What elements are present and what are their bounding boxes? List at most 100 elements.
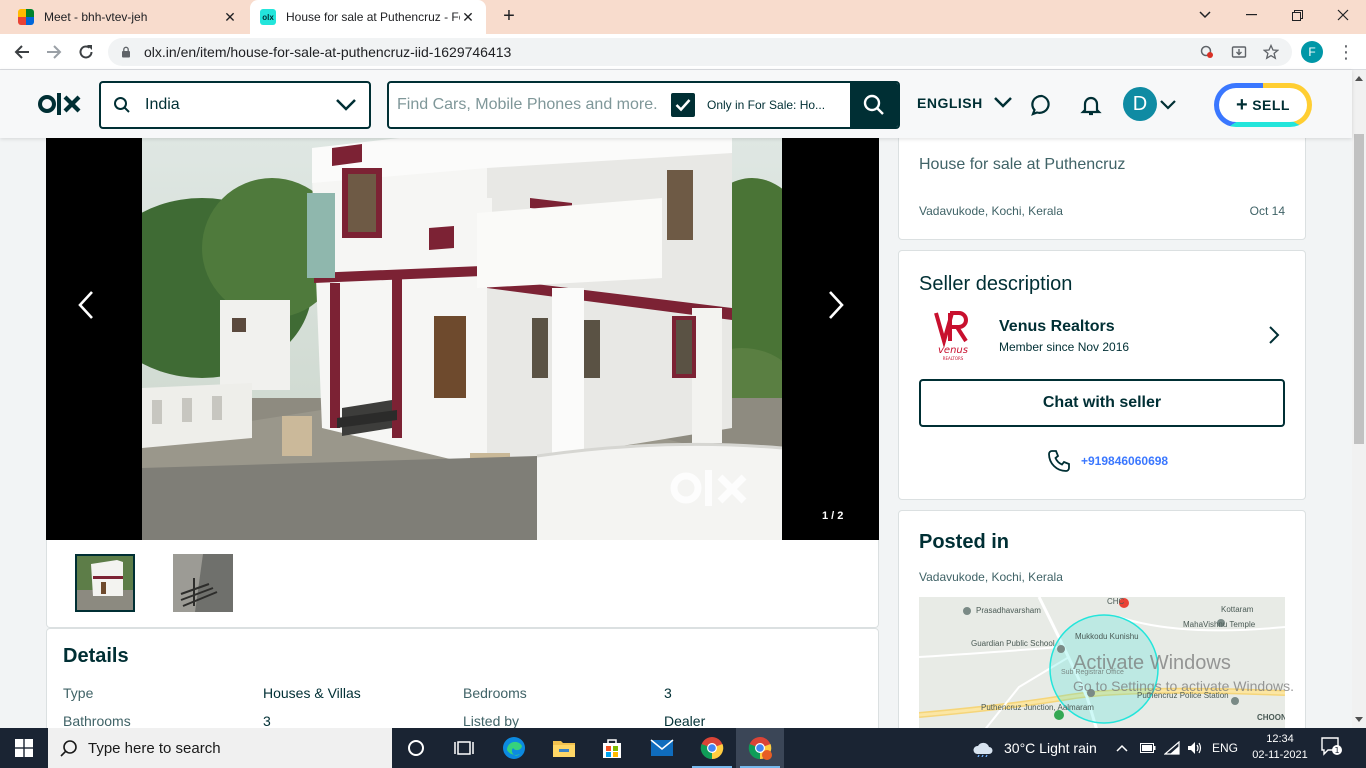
mail-icon[interactable] <box>638 728 686 768</box>
clock-date: 02-11-2021 <box>1252 749 1308 761</box>
show-hidden-icons-chevron-icon[interactable] <box>1116 728 1128 768</box>
activate-windows-watermark: Activate Windows Go to Settings to activ… <box>1073 652 1294 694</box>
chevron-down-icon[interactable] <box>1160 99 1176 111</box>
plus-icon: + <box>1236 94 1249 116</box>
url-field[interactable]: olx.in/en/item/house-for-sale-at-puthenc… <box>108 38 1292 66</box>
forward-button[interactable] <box>42 40 66 64</box>
search-input[interactable] <box>389 83 659 127</box>
chevron-right-icon <box>1269 326 1280 344</box>
thumbnail-1[interactable] <box>75 554 135 612</box>
close-tab-icon[interactable]: ✕ <box>222 9 238 26</box>
lock-icon[interactable] <box>120 46 132 58</box>
battery-icon[interactable] <box>1140 728 1156 768</box>
notification-bell-icon[interactable] <box>1079 93 1103 117</box>
page-scrollbar[interactable] <box>1352 70 1366 728</box>
task-view-icon[interactable] <box>440 728 488 768</box>
chevron-right-icon <box>829 291 844 319</box>
input-language[interactable]: ENG <box>1212 728 1238 768</box>
tab-search-chevron-icon[interactable] <box>1182 0 1228 30</box>
minimize-button[interactable] <box>1228 0 1274 30</box>
map-label: Puthencruz Junction, Aalmaram <box>981 703 1094 712</box>
detail-value: Houses & Villas <box>263 685 361 701</box>
seller-heading: Seller description <box>919 273 1073 295</box>
chat-icon[interactable] <box>1030 93 1054 117</box>
seller-logo: venus REALTORS <box>934 311 968 361</box>
close-tab-icon[interactable]: ✕ <box>460 9 476 26</box>
clock-time: 12:34 <box>1266 733 1294 745</box>
detail-value: 3 <box>263 713 271 729</box>
chevron-left-icon <box>78 291 93 319</box>
sell-label: SELL <box>1252 97 1290 113</box>
sell-button[interactable]: + SELL <box>1214 83 1312 127</box>
search-icon <box>863 94 884 115</box>
search-button[interactable] <box>850 83 898 127</box>
edge-browser-icon[interactable] <box>490 728 538 768</box>
image-counter: 1 / 2 <box>822 510 844 522</box>
map-label: Kottaram <box>1221 605 1254 614</box>
wifi-icon[interactable] <box>1164 728 1180 768</box>
microsoft-store-icon[interactable] <box>588 728 636 768</box>
thumbnail-2[interactable] <box>173 554 233 612</box>
ad-location: Vadavukode, Kochi, Kerala <box>919 204 1063 218</box>
only-in-category-checkbox[interactable]: Only in For Sale: Ho... <box>659 83 833 127</box>
address-bar: olx.in/en/item/house-for-sale-at-puthenc… <box>0 34 1366 70</box>
scroll-down-arrow[interactable] <box>1355 717 1363 722</box>
olx-logo[interactable] <box>38 92 84 116</box>
seller-name: Venus Realtors <box>999 318 1115 335</box>
phone-number: +919846060698 <box>1081 454 1169 468</box>
weather-cloud-icon <box>973 742 993 757</box>
only-in-category-label: Only in For Sale: Ho... <box>707 98 826 112</box>
next-image-button[interactable] <box>816 285 856 325</box>
previous-image-button[interactable] <box>66 285 106 325</box>
file-explorer-icon[interactable] <box>540 728 588 768</box>
chrome-menu-icon[interactable]: ⋮ <box>1336 40 1356 64</box>
browser-tab-bar: Meet - bhh-vtev-jeh ✕ olx House for sale… <box>0 0 1366 34</box>
system-clock[interactable]: 12:34 02-11-2021 <box>1248 731 1312 763</box>
chat-with-seller-button[interactable]: Chat with seller <box>919 379 1285 427</box>
scroll-up-arrow[interactable] <box>1355 76 1363 81</box>
start-button[interactable] <box>0 728 48 768</box>
volume-icon[interactable] <box>1187 728 1203 768</box>
location-selector[interactable]: India <box>99 81 371 129</box>
detail-value: Dealer <box>664 713 706 729</box>
back-button[interactable] <box>10 40 34 64</box>
ad-title: House for sale at Puthencruz <box>919 156 1126 173</box>
detail-key: Bedrooms <box>463 685 527 701</box>
ad-summary-card: House for sale at Puthencruz Vadavukode,… <box>898 124 1306 240</box>
user-avatar[interactable]: D <box>1123 87 1157 121</box>
scroll-thumb[interactable] <box>1354 134 1364 444</box>
cortana-icon[interactable] <box>392 728 440 768</box>
chrome-profile-avatar[interactable]: F <box>1301 41 1323 63</box>
notification-center-icon[interactable]: 1 <box>1320 736 1348 760</box>
tab-meet[interactable]: Meet - bhh-vtev-jeh ✕ <box>8 0 248 34</box>
chrome-profile-window-icon[interactable] <box>736 728 784 768</box>
chevron-down-icon <box>336 99 356 111</box>
weather-widget[interactable]: 30°C Light rain <box>972 728 1097 768</box>
svg-text:1: 1 <box>1334 746 1339 755</box>
language-selector[interactable]: ENGLISH <box>917 95 1013 111</box>
map-label: Guardian Public School <box>971 639 1055 648</box>
map-label: Prasadhavarsham <box>976 606 1041 615</box>
tab-title: House for sale at Puthencruz - Fo <box>286 10 460 24</box>
reload-button[interactable] <box>74 40 98 64</box>
taskbar-search-box[interactable]: Type here to search <box>48 728 392 768</box>
language-label: ENGLISH <box>917 95 983 111</box>
seller-member-since: Member since Nov 2016 <box>999 340 1130 354</box>
ad-date: Oct 14 <box>1249 204 1285 218</box>
chrome-icon[interactable] <box>688 728 736 768</box>
restore-button[interactable] <box>1274 0 1320 30</box>
new-tab-button[interactable]: + <box>498 5 520 27</box>
activate-windows-subtitle: Go to Settings to activate Windows. <box>1073 678 1294 694</box>
close-window-button[interactable] <box>1320 0 1366 30</box>
site-permissions-icon[interactable] <box>1198 43 1216 61</box>
checkbox-checked-icon <box>671 93 695 117</box>
seller-phone[interactable]: +919846060698 <box>1047 449 1168 473</box>
windows-logo-icon <box>15 739 33 757</box>
bookmark-star-icon[interactable] <box>1262 43 1280 61</box>
install-app-icon[interactable] <box>1230 43 1248 61</box>
image-gallery: 1 / 2 <box>46 138 879 540</box>
seller-profile-link[interactable]: venus REALTORS Venus Realtors Member sin… <box>919 309 1287 363</box>
search-icon <box>114 97 130 113</box>
tab-olx-listing[interactable]: olx House for sale at Puthencruz - Fo ✕ <box>250 0 486 34</box>
weather-text: 30°C Light rain <box>1004 740 1097 756</box>
